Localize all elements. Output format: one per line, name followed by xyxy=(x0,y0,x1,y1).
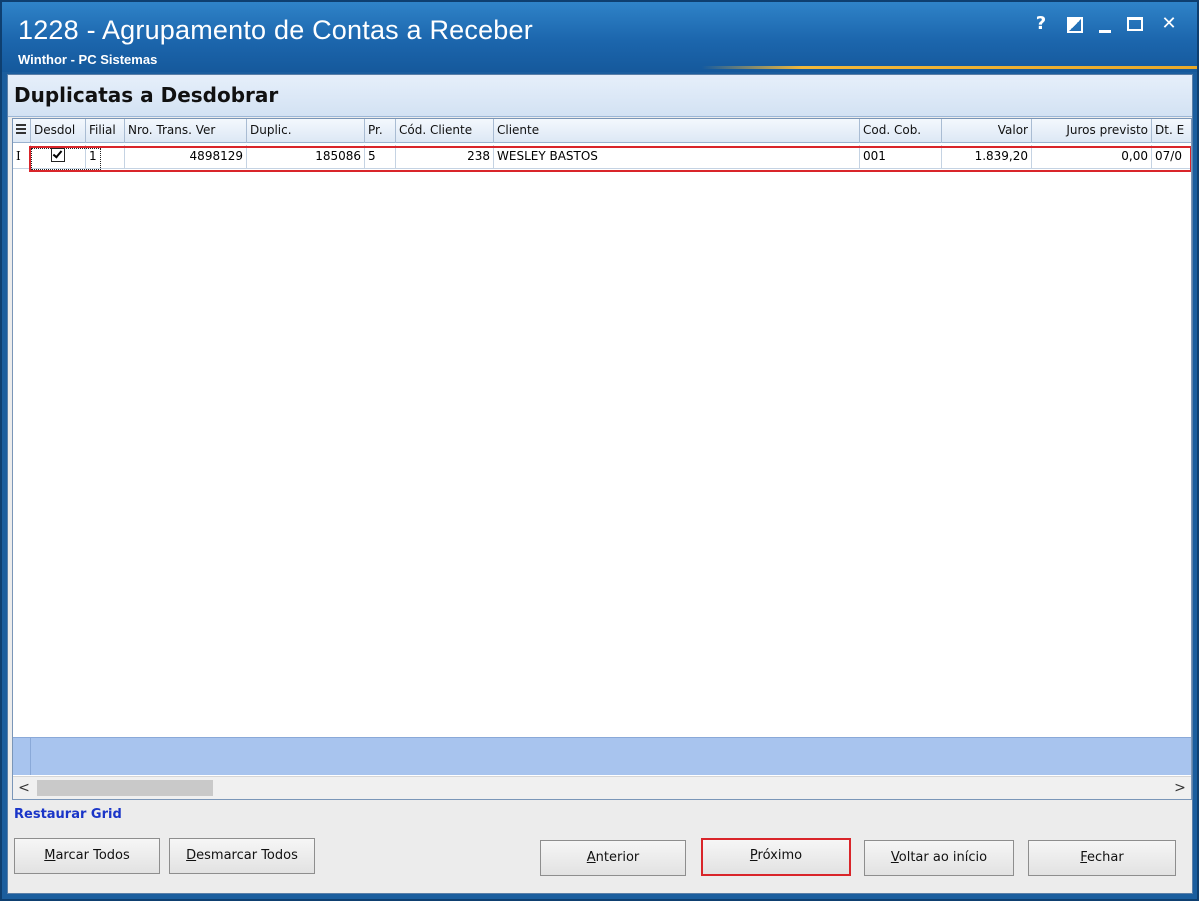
button-bar: Marcar Todos Desmarcar Todos Anterior Pr… xyxy=(8,825,1192,891)
marcar-todos-accel: M xyxy=(44,848,56,863)
grid-header: Desdol Filial Nro. Trans. Ver Duplic. Pr… xyxy=(13,119,1191,143)
column-header-desdob[interactable]: Desdol xyxy=(31,119,86,143)
proximo-accel: P xyxy=(749,848,758,863)
minimize-icon[interactable] xyxy=(1099,29,1111,33)
column-chooser-icon xyxy=(16,124,26,136)
column-header-pr[interactable]: Pr. xyxy=(365,119,396,143)
row-indicator: I xyxy=(13,145,31,169)
cell-cliente[interactable]: WESLEY BASTOS xyxy=(494,145,860,169)
cell-filial[interactable]: 1 xyxy=(86,145,125,169)
column-header-cliente[interactable]: Cliente xyxy=(494,119,860,143)
marcar-todos-label: arcar Todos xyxy=(55,848,130,863)
cell-pr[interactable]: 5 xyxy=(365,145,396,169)
grid-footer-indicator-cell xyxy=(13,738,31,775)
duplicatas-grid[interactable]: Desdol Filial Nro. Trans. Ver Duplic. Pr… xyxy=(12,118,1192,800)
proximo-label: róximo xyxy=(757,848,803,863)
column-header-juros-previsto[interactable]: Juros previsto xyxy=(1032,119,1152,143)
scroll-left-icon[interactable]: < xyxy=(15,779,33,797)
anterior-accel: A xyxy=(586,850,596,865)
cell-nro-trans[interactable]: 4898129 xyxy=(125,145,247,169)
proximo-button[interactable]: Próximo xyxy=(701,838,851,876)
anterior-label: nterior xyxy=(595,850,640,865)
section-title: Duplicatas a Desdobrar xyxy=(14,83,279,107)
restore-icon[interactable] xyxy=(1067,17,1083,33)
window-subtitle: Winthor - PC Sistemas xyxy=(18,52,158,67)
restore-grid-link[interactable]: Restaurar Grid xyxy=(14,807,122,822)
voltar-accel: V xyxy=(890,850,899,865)
close-icon[interactable]: ✕ xyxy=(1159,14,1179,34)
scrollbar-thumb[interactable] xyxy=(37,780,213,796)
cell-dt[interactable]: 07/0 xyxy=(1152,145,1191,169)
check-mark-icon xyxy=(52,148,63,159)
desmarcar-todos-accel: D xyxy=(186,848,197,863)
client-area: Duplicatas a Desdobrar Desdol Filial Nro… xyxy=(7,74,1193,894)
fechar-button[interactable]: Fechar xyxy=(1028,840,1176,876)
voltar-label: oltar ao início xyxy=(898,850,988,865)
title-bar[interactable]: 1228 - Agrupamento de Contas a Receber W… xyxy=(2,2,1197,72)
voltar-ao-inicio-button[interactable]: Voltar ao início xyxy=(864,840,1014,876)
maximize-icon[interactable] xyxy=(1127,17,1143,31)
desmarcar-todos-button[interactable]: Desmarcar Todos xyxy=(169,838,315,874)
column-header-valor[interactable]: Valor xyxy=(942,119,1032,143)
fechar-label: echar xyxy=(1087,850,1124,865)
title-swoosh-decoration xyxy=(702,66,1197,69)
fechar-accel: F xyxy=(1080,850,1088,865)
window-controls: ? ✕ xyxy=(1031,14,1179,34)
marcar-todos-button[interactable]: Marcar Todos xyxy=(14,838,160,874)
desdob-checkbox[interactable] xyxy=(51,148,65,162)
column-header-filial[interactable]: Filial xyxy=(86,119,125,143)
column-header-nro-trans[interactable]: Nro. Trans. Ver xyxy=(125,119,247,143)
desmarcar-todos-label: esmarcar Todos xyxy=(196,848,298,863)
horizontal-scrollbar[interactable]: < > xyxy=(13,776,1191,799)
anterior-button[interactable]: Anterior xyxy=(540,840,686,876)
column-header-cod-cliente[interactable]: Cód. Cliente xyxy=(396,119,494,143)
grid-footer-band xyxy=(13,737,1191,775)
column-header-duplic[interactable]: Duplic. xyxy=(247,119,365,143)
app-window: 1228 - Agrupamento de Contas a Receber W… xyxy=(0,0,1199,901)
help-icon[interactable]: ? xyxy=(1031,14,1051,34)
cell-juros-previsto[interactable]: 0,00 xyxy=(1032,145,1152,169)
table-row[interactable]: I 1 4898129 185086 5 238 WESLEY BASTOS 0… xyxy=(13,145,1191,169)
cell-valor[interactable]: 1.839,20 xyxy=(942,145,1032,169)
scroll-right-icon[interactable]: > xyxy=(1171,779,1189,797)
column-header-cod-cob[interactable]: Cod. Cob. xyxy=(860,119,942,143)
cell-cod-cob[interactable]: 001 xyxy=(860,145,942,169)
row-indicator-glyph: I xyxy=(16,149,21,163)
cell-cod-cliente[interactable]: 238 xyxy=(396,145,494,169)
desdob-checkbox-cell[interactable] xyxy=(31,145,86,169)
section-header: Duplicatas a Desdobrar xyxy=(8,75,1192,117)
column-chooser-button[interactable] xyxy=(13,119,31,143)
column-header-dt[interactable]: Dt. E xyxy=(1152,119,1191,143)
window-title: 1228 - Agrupamento de Contas a Receber xyxy=(18,15,533,45)
cell-duplic[interactable]: 185086 xyxy=(247,145,365,169)
